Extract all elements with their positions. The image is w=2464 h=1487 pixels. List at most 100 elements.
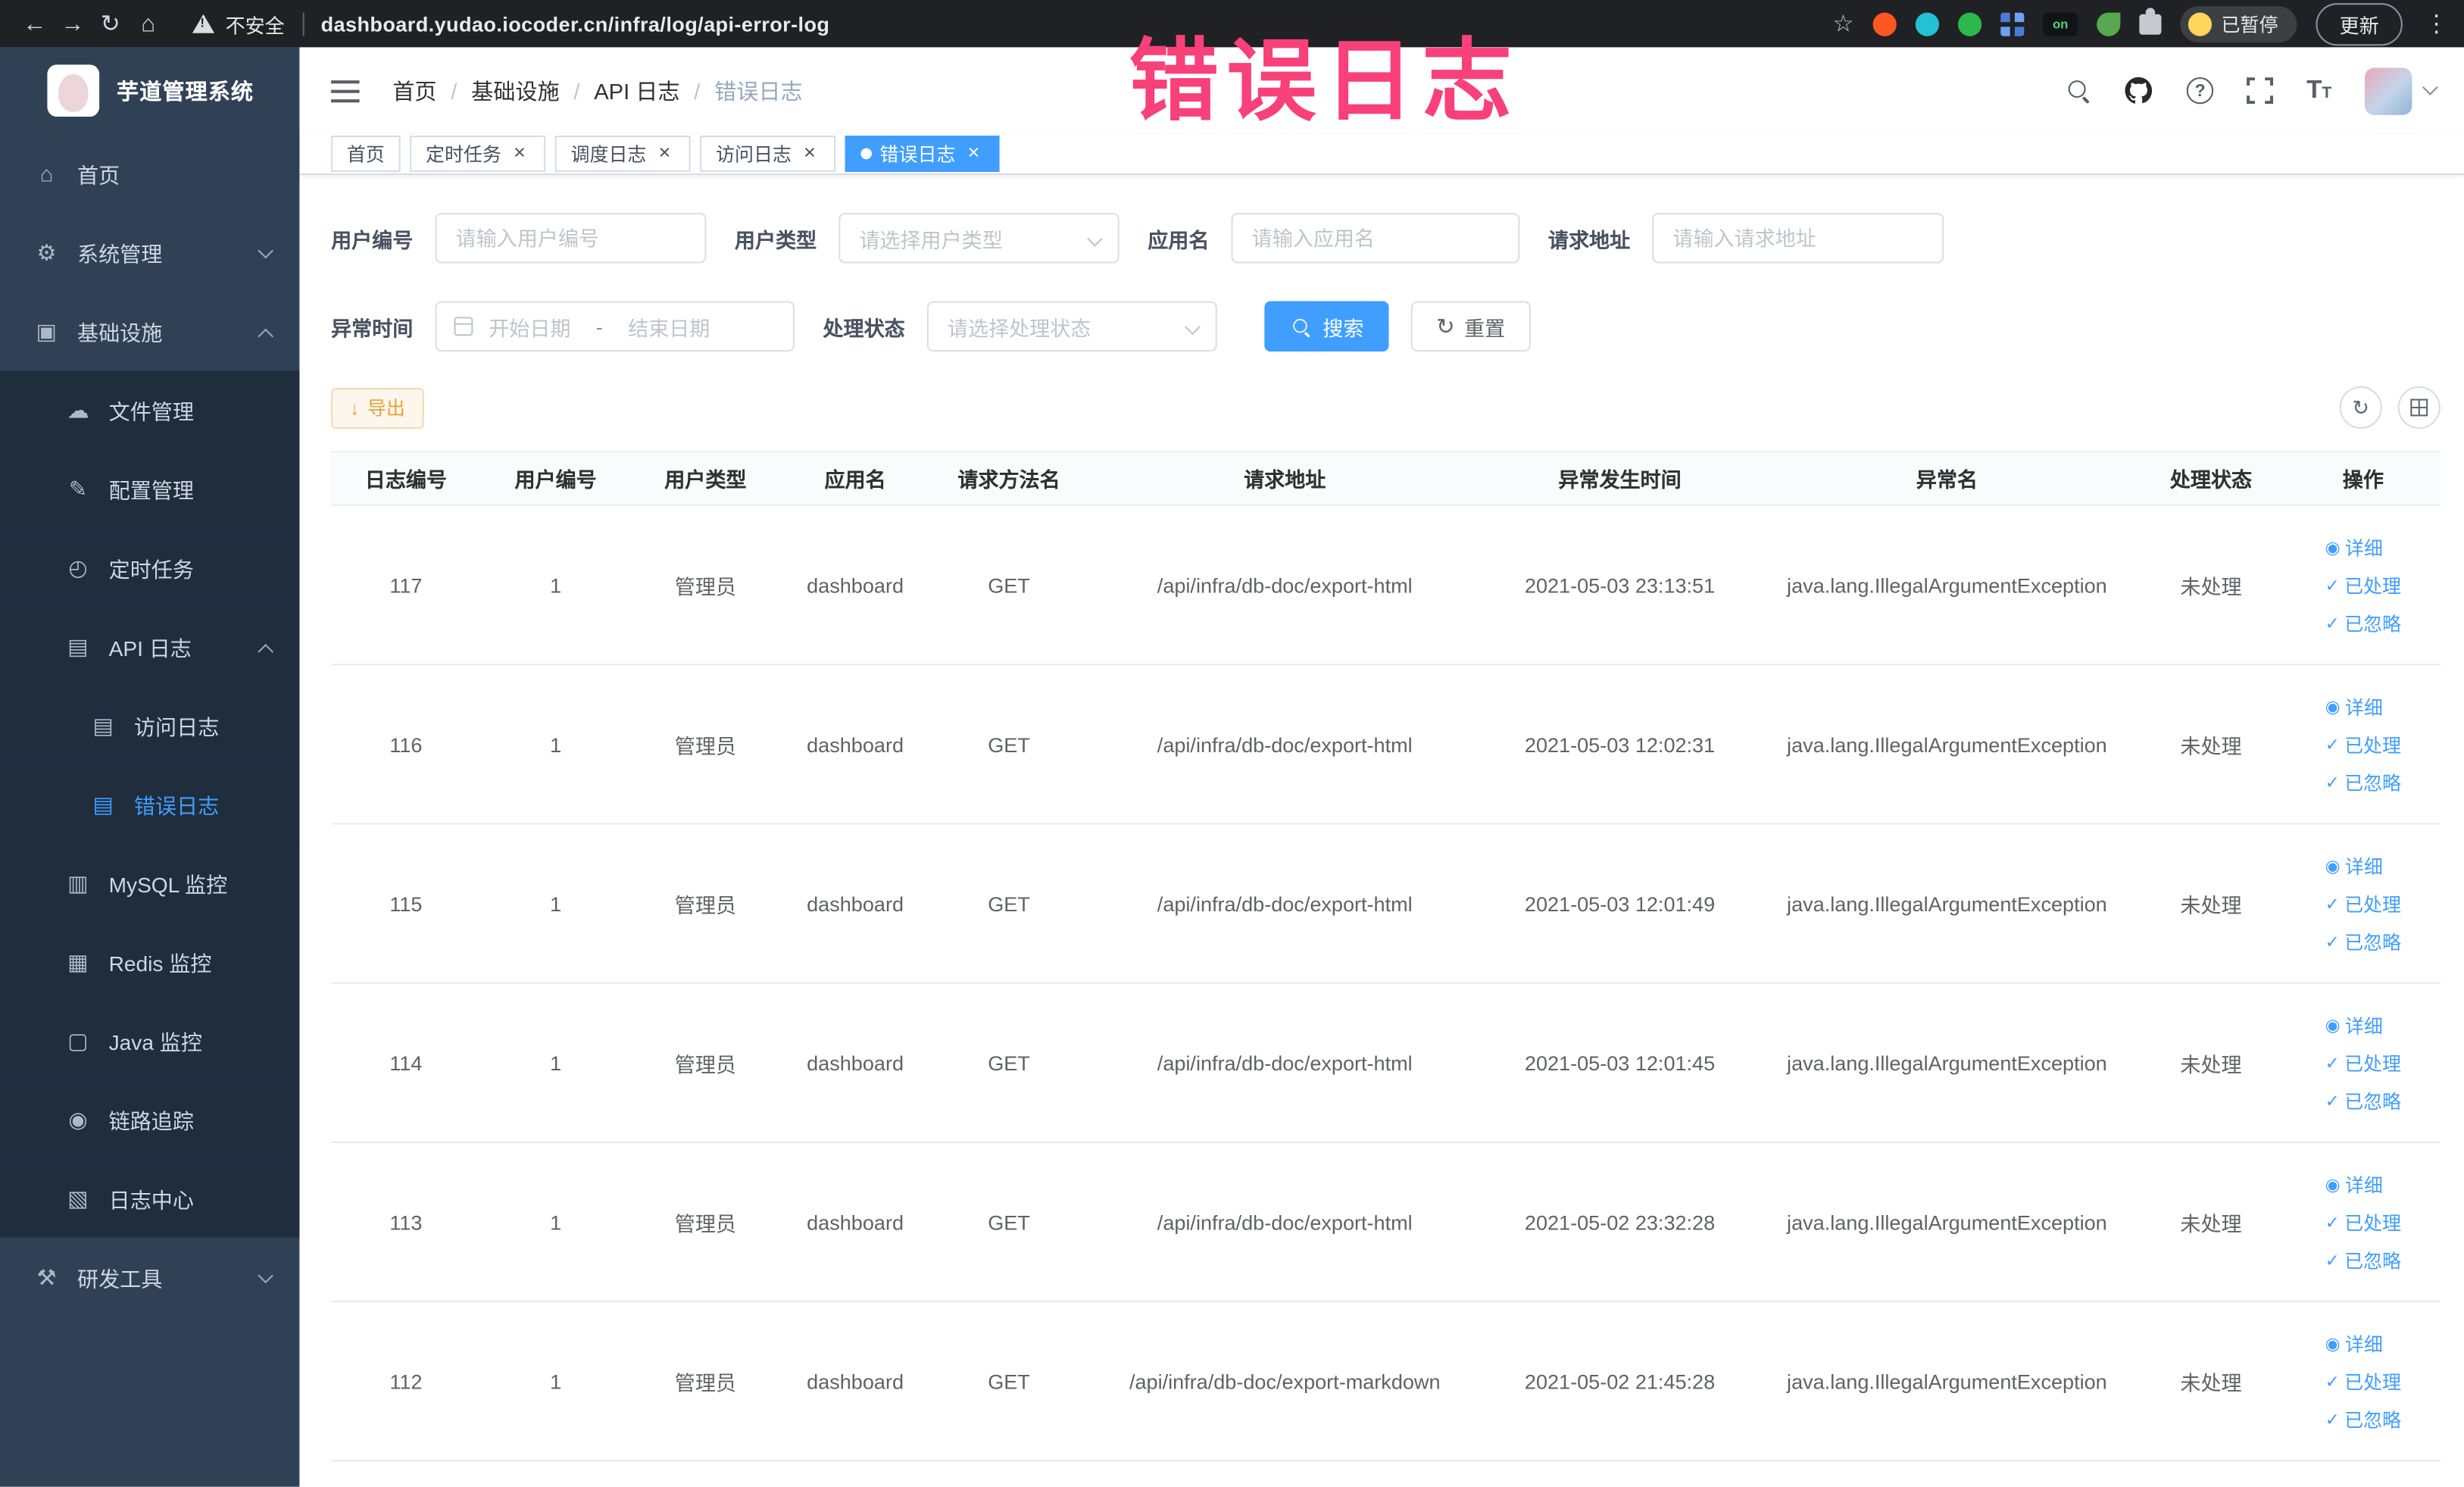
app-logo-row[interactable]: 芋道管理系统: [0, 47, 299, 133]
sidebar-item-dev-tools[interactable]: ⚒ 研发工具: [0, 1238, 299, 1317]
app-name-label: 应用名: [1148, 227, 1210, 251]
search-icon[interactable]: [2067, 79, 2091, 102]
hamburger-icon[interactable]: [331, 80, 360, 102]
breadcrumb: 首页 / 基础设施 / API 日志 / 错误日志: [392, 75, 802, 107]
github-icon[interactable]: [2124, 76, 2154, 106]
tab-定时任务[interactable]: 定时任务 ×: [410, 135, 546, 172]
sidebar-item-api-log[interactable]: ▤ API 日志: [0, 607, 300, 686]
user-id-input[interactable]: [435, 212, 707, 264]
extension-icon-5[interactable]: [2097, 11, 2121, 36]
extensions-puzzle-icon[interactable]: [2139, 7, 2162, 34]
chevron-down-icon: [258, 242, 274, 258]
sidebar-item-java[interactable]: ▢ Java 监控: [0, 1001, 300, 1080]
sidebar-item-error-log[interactable]: ▤ 错误日志: [0, 764, 300, 844]
tab-首页[interactable]: 首页: [331, 135, 401, 172]
cell-status: 未处理: [2136, 1142, 2286, 1303]
error-log-icon: ▤: [92, 790, 114, 817]
sidebar-item-file[interactable]: ☁ 文件管理: [0, 370, 300, 450]
action-processed[interactable]: ✓ 已处理: [2325, 571, 2401, 598]
exception-time-range[interactable]: 开始日期 - 结束日期: [435, 301, 795, 352]
sidebar-item-redis[interactable]: ▦ Redis 监控: [0, 922, 300, 1001]
column-header: 处理状态: [2136, 451, 2286, 507]
action-processed[interactable]: ✓ 已处理: [2325, 1049, 2401, 1076]
breadcrumb-item[interactable]: API 日志: [594, 75, 679, 107]
breadcrumb-item[interactable]: 基础设施: [471, 75, 560, 107]
tab-调度日志[interactable]: 调度日志 ×: [554, 135, 691, 172]
sidebar-item-mysql[interactable]: ▥ MySQL 监控: [0, 843, 300, 923]
close-tab-icon[interactable]: ×: [509, 142, 529, 164]
chevron-down-icon[interactable]: [2422, 80, 2438, 95]
check-icon: ✓: [2325, 1054, 2340, 1073]
app-name-input[interactable]: [1231, 212, 1520, 264]
sidebar-item-job[interactable]: ◴ 定时任务: [0, 528, 300, 608]
action-detail[interactable]: ◉ 详细: [2325, 693, 2383, 720]
back-button[interactable]: ←: [16, 5, 54, 42]
export-button[interactable]: ↓ 导出: [331, 386, 424, 429]
cell-app: dashboard: [780, 1142, 930, 1303]
column-header: 请求地址: [1088, 451, 1482, 507]
sidebar-item-home[interactable]: ⌂ 首页: [0, 134, 299, 213]
request-url-input[interactable]: [1652, 212, 1944, 264]
navbar-icons: ? TT: [2067, 67, 2438, 114]
action-detail[interactable]: ◉ 详细: [2325, 852, 2383, 879]
reset-button[interactable]: ↻ 重置: [1410, 301, 1531, 352]
action-ignored[interactable]: ✓ 已忽略: [2325, 609, 2401, 636]
close-tab-icon[interactable]: ×: [799, 142, 820, 164]
bookmark-star-icon[interactable]: ☆: [1833, 9, 1854, 38]
sidebar-item-trace[interactable]: ◉ 链路追踪: [0, 1079, 300, 1159]
extension-icon-3[interactable]: [1957, 11, 1982, 36]
action-detail[interactable]: ◉ 详细: [2325, 1330, 2383, 1357]
cell-exception: java.lang.IllegalArgumentException: [1757, 823, 2137, 984]
tab-访问日志[interactable]: 访问日志 ×: [700, 135, 836, 172]
action-detail[interactable]: ◉ 详细: [2325, 1011, 2383, 1038]
reload-button[interactable]: ↻: [92, 5, 130, 42]
sidebar-item-system[interactable]: ⚙ 系统管理: [0, 213, 299, 292]
action-ignored[interactable]: ✓ 已忽略: [2325, 1087, 2401, 1114]
action-ignored[interactable]: ✓ 已忽略: [2325, 1405, 2401, 1432]
action-detail[interactable]: ◉ 详细: [2325, 534, 2383, 561]
error-log-table: 日志编号 用户编号 用户类型 应用名 请求方法名 请求地址 异常发生时间 异常名 处理状态 操作 …: [331, 451, 2441, 1462]
refresh-table-button[interactable]: ↻: [2339, 386, 2382, 430]
sidebar-item-config[interactable]: ✎ 配置管理: [0, 449, 300, 529]
action-processed[interactable]: ✓ 已处理: [2325, 731, 2401, 758]
fullscreen-icon[interactable]: [2247, 77, 2274, 105]
action-ignored[interactable]: ✓ 已忽略: [2325, 769, 2401, 795]
process-status-select[interactable]: 请选择处理状态: [926, 301, 1217, 352]
check-icon: ✓: [2325, 895, 2340, 914]
extension-icon-1[interactable]: [1872, 11, 1897, 36]
help-icon[interactable]: ?: [2186, 77, 2214, 105]
search-button[interactable]: 搜索: [1264, 301, 1389, 352]
extension-icon-4[interactable]: [2000, 11, 2025, 36]
sidebar-item-log-center[interactable]: ▧ 日志中心: [0, 1158, 300, 1238]
extension-icon-2[interactable]: [1915, 11, 1939, 36]
action-ignored[interactable]: ✓ 已忽略: [2325, 1246, 2401, 1273]
browser-update-button[interactable]: 更新: [2316, 2, 2403, 45]
close-tab-icon[interactable]: ×: [963, 142, 984, 164]
extension-on-badge[interactable]: on: [2043, 11, 2078, 36]
table-row: 117 1 管理员 dashboard GET/api/infra/db-doc/exp…: [331, 505, 2441, 666]
eye-icon: ◉: [2325, 1175, 2341, 1195]
sidebar-item-infra[interactable]: ▣ 基础设施: [0, 292, 299, 370]
font-size-icon[interactable]: TT: [2306, 77, 2331, 105]
cell-user_id: 1: [480, 664, 631, 825]
profile-paused-badge[interactable]: 已暂停: [2180, 5, 2297, 42]
tab-错误日志[interactable]: 错误日志 ×: [845, 135, 1000, 172]
close-tab-icon[interactable]: ×: [654, 142, 675, 164]
action-detail[interactable]: ◉ 详细: [2325, 1170, 2383, 1197]
home-button[interactable]: ⌂: [130, 5, 167, 42]
action-ignored[interactable]: ✓ 已忽略: [2325, 928, 2401, 954]
address-bar[interactable]: 不安全 dashboard.yudao.iocoder.cn/infra/log…: [192, 8, 829, 39]
table-header-row: 日志编号 用户编号 用户类型 应用名 请求方法名 请求地址 异常发生时间 异常名 处理状态 操作: [331, 451, 2441, 507]
forward-button[interactable]: →: [54, 5, 92, 42]
action-processed[interactable]: ✓ 已处理: [2325, 890, 2401, 917]
breadcrumb-item[interactable]: 首页: [392, 75, 436, 107]
action-processed[interactable]: ✓ 已处理: [2325, 1208, 2401, 1235]
action-processed[interactable]: ✓ 已处理: [2325, 1368, 2401, 1395]
user-type-select[interactable]: 请选择用户类型: [839, 212, 1120, 264]
tab-label: 首页: [346, 143, 385, 166]
column-settings-button[interactable]: [2397, 386, 2441, 430]
sidebar-item-access-log[interactable]: ▤ 访问日志: [0, 686, 300, 765]
user-avatar[interactable]: [2364, 67, 2412, 114]
browser-menu-icon[interactable]: ⋮: [2425, 9, 2448, 38]
column-header: 请求方法名: [929, 451, 1088, 507]
